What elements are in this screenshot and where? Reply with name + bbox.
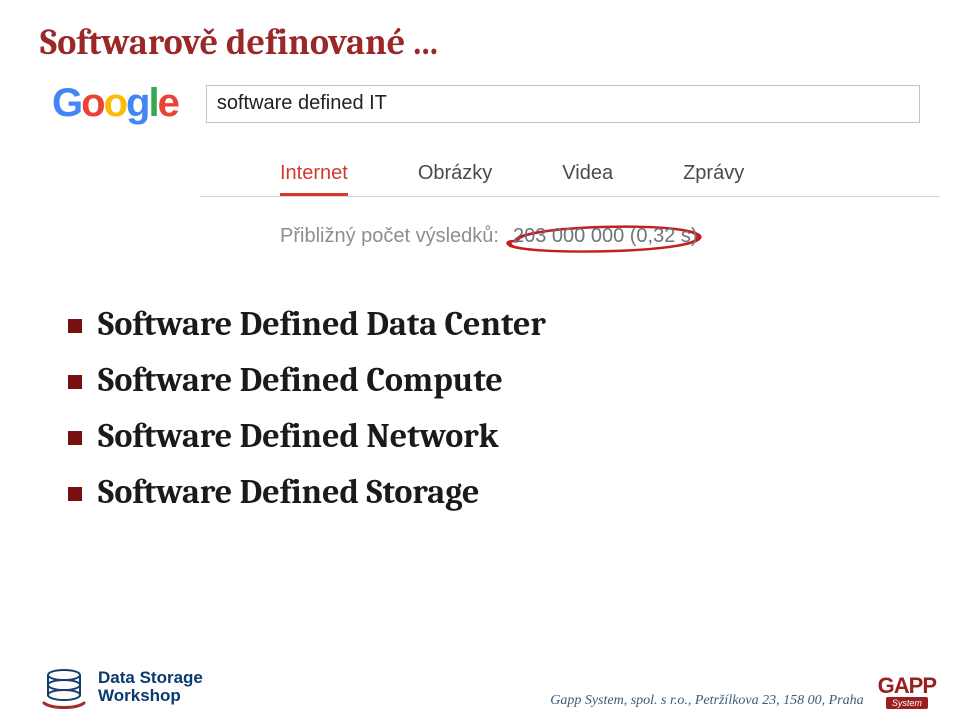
slide-title: Softwarově definované ... (40, 22, 920, 63)
list-item: Software Defined Network (62, 416, 920, 456)
list-item: Software Defined Storage (62, 472, 920, 512)
gapp-sub: System (886, 697, 928, 709)
search-row: G o o g l e software defined IT (40, 81, 920, 126)
storage-stack-icon (40, 665, 88, 709)
gapp-logo: GAPP System (878, 673, 936, 709)
workshop-line1: Data Storage (98, 669, 203, 687)
google-logo: G o o g l e (52, 81, 178, 126)
results-prefix: Přibližný počet výsledků: (280, 225, 499, 248)
tab-videos[interactable]: Videa (562, 162, 613, 196)
logo-letter: o (104, 81, 126, 126)
slide-footer: Data Storage Workshop Gapp System, spol.… (40, 665, 936, 709)
logo-letter: G (52, 81, 81, 126)
workshop-text: Data Storage Workshop (98, 669, 203, 705)
search-value: software defined IT (217, 92, 387, 115)
logo-letter: e (158, 81, 178, 126)
tab-news[interactable]: Zprávy (683, 162, 744, 196)
search-tabs: Internet Obrázky Videa Zprávy (280, 162, 920, 196)
workshop-line2: Workshop (98, 687, 203, 705)
footer-tagline: Gapp System, spol. s r.o., Petržílkova 2… (550, 693, 863, 709)
tab-internet[interactable]: Internet (280, 162, 348, 196)
tab-separator (200, 196, 940, 197)
gapp-text: GAPP (878, 673, 936, 699)
results-count-row: Přibližný počet výsledků: 203 000 000 (0… (280, 223, 920, 250)
results-highlight: 203 000 000 (0,32 s) (505, 223, 706, 250)
logo-letter: g (126, 81, 148, 126)
footer-right: Gapp System, spol. s r.o., Petržílkova 2… (550, 673, 936, 709)
search-input[interactable]: software defined IT (206, 85, 920, 123)
workshop-logo: Data Storage Workshop (40, 665, 203, 709)
logo-letter: o (81, 81, 103, 126)
results-count: 203 000 000 (0,32 s) (513, 225, 698, 247)
slide: Softwarově definované ... G o o g l e so… (0, 0, 960, 721)
list-item: Software Defined Compute (62, 360, 920, 400)
bullet-list: Software Defined Data Center Software De… (62, 304, 920, 512)
list-item: Software Defined Data Center (62, 304, 920, 344)
tab-images[interactable]: Obrázky (418, 162, 492, 196)
logo-letter: l (148, 81, 157, 126)
